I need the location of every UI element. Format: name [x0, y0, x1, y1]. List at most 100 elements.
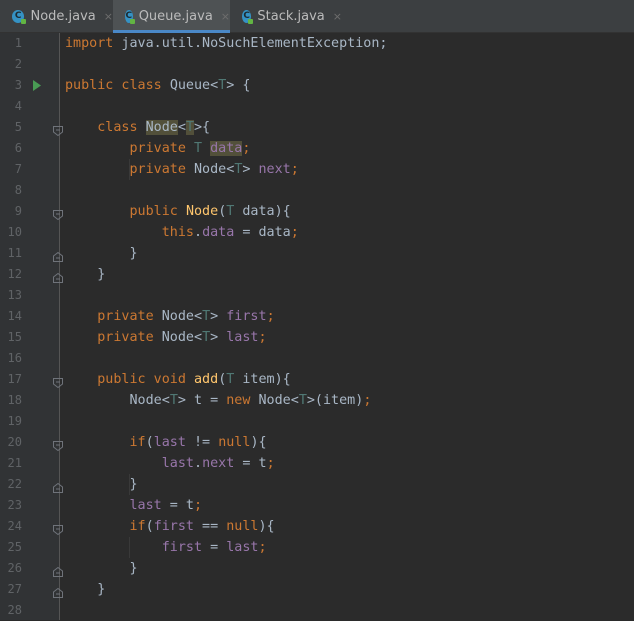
code-token: ;: [258, 540, 267, 555]
code-token: last: [129, 498, 162, 513]
fold-open-icon[interactable]: [53, 122, 63, 137]
line-number: 7: [14, 162, 22, 176]
code-token: this: [161, 225, 194, 240]
code-editor[interactable]: 1 import java.util.NoSuchElementException…: [0, 33, 634, 620]
code-line[interactable]: 9 public Node(T data){: [0, 201, 634, 222]
line-number: 16: [7, 351, 22, 365]
code-line[interactable]: 14 private Node<T> first;: [0, 306, 634, 327]
fold-open-icon[interactable]: [53, 437, 63, 452]
tab-queue-java[interactable]: C Queue.java ×: [113, 0, 230, 33]
fold-open-icon[interactable]: [53, 206, 63, 221]
code-line[interactable]: 12 }: [0, 264, 634, 285]
line-number: 24: [7, 519, 22, 533]
line-number: 14: [7, 309, 22, 323]
code-text: public Node(T data){: [65, 201, 291, 222]
code-line[interactable]: 18 Node<T> t = new Node<T>(item);: [0, 390, 634, 411]
line-number: 1: [14, 36, 22, 50]
code-token: !=: [185, 435, 219, 450]
tab-label: Stack.java: [257, 8, 325, 24]
code-token: .: [194, 225, 203, 240]
close-icon[interactable]: ×: [104, 10, 113, 23]
code-token: }: [65, 477, 138, 492]
code-token: T: [226, 372, 243, 387]
code-text: class Node<T>{: [65, 117, 210, 138]
code-token: T: [169, 393, 178, 408]
code-token: class: [97, 120, 146, 135]
line-number: 13: [7, 288, 22, 302]
code-token: = data: [234, 225, 291, 240]
line-number: 27: [7, 582, 22, 596]
code-line[interactable]: 23 last = t;: [0, 495, 634, 516]
code-text: first = last;: [65, 537, 267, 558]
code-token: last: [153, 435, 186, 450]
code-text: public void add(T item){: [65, 369, 291, 390]
code-line[interactable]: 4: [0, 96, 634, 117]
code-line[interactable]: 6 private T data;: [0, 138, 634, 159]
code-line[interactable]: 22 }: [0, 474, 634, 495]
code-line[interactable]: 2: [0, 54, 634, 75]
code-token: }: [65, 267, 106, 282]
code-line[interactable]: 16: [0, 348, 634, 369]
code-line[interactable]: 8: [0, 180, 634, 201]
code-line[interactable]: 10 this.data = data;: [0, 222, 634, 243]
line-number: 12: [7, 267, 22, 281]
code-line[interactable]: 25 first = last;: [0, 537, 634, 558]
code-line[interactable]: 15 private Node<T> last;: [0, 327, 634, 348]
fold-open-icon[interactable]: [53, 521, 63, 536]
line-number: 26: [7, 561, 22, 575]
code-token: ;: [363, 393, 372, 408]
line-number: 10: [7, 225, 22, 239]
code-text: if(last != null){: [65, 432, 267, 453]
code-line[interactable]: 27 }: [0, 579, 634, 600]
tab-stack-java[interactable]: C Stack.java ×: [230, 0, 342, 32]
fold-close-icon[interactable]: [53, 269, 63, 283]
code-line[interactable]: 1 import java.util.NoSuchElementException…: [0, 33, 634, 54]
fold-close-icon[interactable]: [53, 563, 63, 577]
line-number: 19: [7, 414, 22, 428]
close-icon[interactable]: ×: [221, 10, 230, 23]
code-token: Node<: [65, 393, 170, 408]
code-text: this.data = data;: [65, 222, 299, 243]
fold-close-icon[interactable]: [53, 479, 63, 493]
line-number: 21: [7, 456, 22, 470]
code-line[interactable]: 28: [0, 600, 634, 621]
code-line[interactable]: 5 class Node<T>{: [0, 117, 634, 138]
code-line[interactable]: 26 }: [0, 558, 634, 579]
close-icon[interactable]: ×: [333, 10, 342, 23]
run-icon[interactable]: [30, 75, 44, 96]
code-text: private Node<T> next;: [65, 159, 299, 180]
code-text: }: [65, 558, 137, 579]
code-token: = t: [234, 456, 267, 471]
code-line[interactable]: 20 if(last != null){: [0, 432, 634, 453]
tab-node-java[interactable]: C Node.java ×: [0, 0, 113, 32]
fold-open-icon[interactable]: [53, 374, 63, 389]
code-line[interactable]: 24 if(first == null){: [0, 516, 634, 537]
fold-close-icon[interactable]: [53, 584, 63, 598]
code-text: Node<T> t = new Node<T>(item);: [65, 390, 371, 411]
code-token: add: [194, 372, 219, 387]
code-line[interactable]: 11 }: [0, 243, 634, 264]
code-text: }: [65, 579, 105, 600]
code-token: public: [129, 204, 186, 219]
code-line[interactable]: 19: [0, 411, 634, 432]
code-text: private T data;: [65, 138, 250, 159]
code-token: > t =: [177, 393, 227, 408]
code-line[interactable]: 13: [0, 285, 634, 306]
code-line[interactable]: 7 private Node<T> next;: [0, 159, 634, 180]
editor-tab-bar: C Node.java × C Queue.java × C Stack.jav…: [0, 0, 634, 33]
code-line[interactable]: 17 public void add(T item){: [0, 369, 634, 390]
code-token: >(item): [306, 393, 364, 408]
code-line[interactable]: 3 public class Queue<T> {: [0, 75, 634, 96]
fold-close-icon[interactable]: [53, 248, 63, 262]
code-token: ){: [258, 519, 275, 534]
code-token: new: [226, 393, 259, 408]
code-token: next: [258, 162, 291, 177]
code-token: T: [226, 204, 243, 219]
code-line[interactable]: 21 last.next = t;: [0, 453, 634, 474]
